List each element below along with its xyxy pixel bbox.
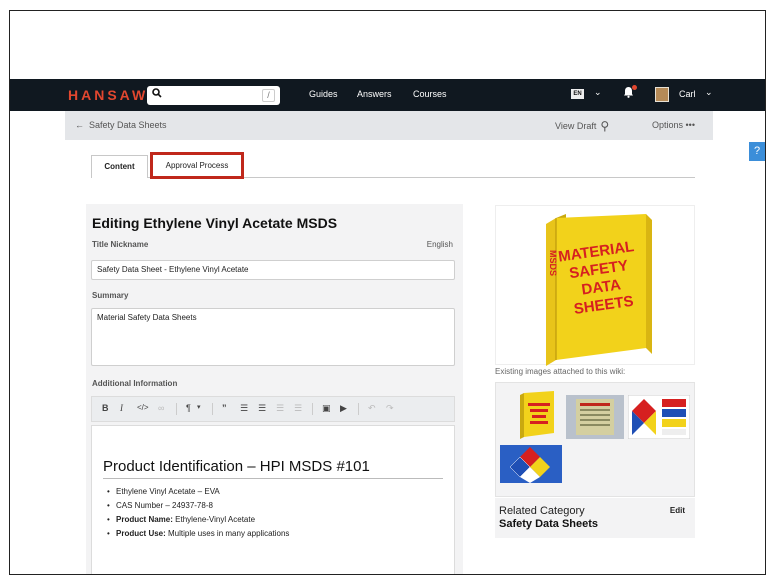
summary-field[interactable]: Material Safety Data Sheets — [91, 308, 455, 366]
italic-icon[interactable]: I — [120, 403, 123, 413]
related-category-value[interactable]: Safety Data Sheets — [499, 518, 598, 530]
related-category-edit-button[interactable]: Edit — [670, 506, 685, 515]
thumbnail-binder-image — [520, 391, 554, 439]
back-link[interactable]: ← Safety Data Sheets — [75, 120, 167, 130]
page-subbar: ← Safety Data Sheets View Draft ⚲ Options… — [65, 111, 713, 140]
editor-body[interactable]: Product Identification – HPI MSDS #101 E… — [91, 425, 455, 574]
thumbnail-sheet-rack[interactable] — [566, 395, 624, 439]
language-label: English — [426, 240, 453, 249]
screenshot-frame: HANSAW / Guides Answers Courses EN ⌄ Car… — [9, 10, 766, 575]
binder-spine-text: MSDS — [548, 250, 558, 276]
paragraph-icon[interactable]: ¶ — [186, 403, 191, 413]
back-label: Safety Data Sheets — [89, 120, 167, 130]
main-wiki-image[interactable]: MSDS MATERIAL SAFETY DATA SHEETS — [495, 205, 695, 366]
existing-images-label: Existing images attached to this wiki: — [495, 367, 626, 376]
search-shortcut-badge: / — [262, 89, 275, 102]
options-button[interactable]: Options ••• — [652, 120, 695, 130]
nav-answers[interactable]: Answers — [357, 89, 392, 99]
image-thumbnails — [495, 382, 695, 497]
toolbar-divider — [312, 403, 313, 415]
arrow-left-icon: ← — [75, 120, 84, 130]
undo-icon[interactable]: ↶ — [368, 403, 376, 414]
search-input[interactable]: / — [147, 86, 280, 105]
view-draft-label: View Draft — [555, 121, 597, 131]
code-icon[interactable]: </> — [137, 403, 149, 412]
list-item: CAS Number – 24937-78-8 — [107, 501, 213, 510]
view-draft-button[interactable]: View Draft ⚲ — [555, 119, 609, 133]
image-icon[interactable]: ▣ — [322, 403, 331, 414]
heading-underline — [103, 478, 443, 479]
help-button[interactable]: ? — [749, 142, 765, 161]
content-heading: Product Identification – HPI MSDS #101 — [103, 458, 370, 475]
search-icon — [152, 88, 162, 101]
logo[interactable]: HANSAW — [68, 87, 148, 103]
thumbnail-hazard-diamond-image — [500, 445, 562, 483]
language-badge[interactable]: EN — [571, 89, 584, 99]
thumbnail-binder[interactable] — [510, 389, 562, 439]
toolbar-divider — [212, 403, 213, 415]
thumbnail-nfpa-chart[interactable] — [627, 394, 691, 440]
list-item: Product Use: Multiple uses in many appli… — [107, 529, 289, 538]
title-nickname-label: Title Nickname — [92, 240, 149, 249]
search-icon: ⚲ — [600, 119, 610, 133]
list-item: Ethylene Vinyl Acetate – EVA — [107, 487, 220, 496]
bullet-list-icon[interactable]: ☰ — [240, 403, 248, 414]
list-item: Product Name: Ethylene-Vinyl Acetate — [107, 515, 255, 524]
related-category-label: Related Category — [499, 505, 585, 517]
nav-courses[interactable]: Courses — [413, 89, 447, 99]
chevron-down-icon[interactable]: ⌄ — [594, 87, 602, 98]
related-category-panel: Related Category Edit Safety Data Sheets — [495, 498, 695, 538]
toolbar-divider — [358, 403, 359, 415]
numbered-list-icon[interactable]: ☰ — [258, 403, 266, 414]
chevron-down-icon[interactable]: ▾ — [197, 403, 201, 411]
top-navbar: HANSAW / Guides Answers Courses EN ⌄ Car… — [10, 79, 765, 111]
additional-info-label: Additional Information — [92, 379, 178, 388]
avatar[interactable] — [655, 87, 669, 102]
indent-icon[interactable]: ☰ — [294, 403, 302, 414]
editor-toolbar: B I </> ∞ ¶ ▾ ” ☰ ☰ ☰ ☰ ▣ ▶ ↶ ↷ — [91, 396, 455, 422]
tab-approval-process[interactable]: Approval Process — [150, 152, 244, 179]
page-title: Editing Ethylene Vinyl Acetate MSDS — [92, 215, 338, 231]
editor-panel: Editing Ethylene Vinyl Acetate MSDS Titl… — [86, 204, 463, 574]
toolbar-divider — [176, 403, 177, 415]
thumbnail-sheet-rack-image — [576, 399, 614, 435]
user-chevron-down-icon[interactable]: ⌄ — [705, 87, 713, 98]
nav-guides[interactable]: Guides — [309, 89, 338, 99]
user-name[interactable]: Carl — [679, 89, 696, 99]
title-nickname-field[interactable]: Safety Data Sheet - Ethylene Vinyl Aceta… — [91, 260, 455, 280]
redo-icon[interactable]: ↷ — [386, 403, 394, 414]
bold-icon[interactable]: B — [102, 403, 109, 413]
notification-dot — [632, 85, 637, 90]
binder-illustration: MSDS MATERIAL SAFETY DATA SHEETS — [546, 214, 652, 366]
summary-label: Summary — [92, 291, 129, 300]
thumbnail-hazard-diamond[interactable] — [500, 445, 562, 483]
thumbnail-nfpa-chart-image — [627, 394, 691, 440]
outdent-icon[interactable]: ☰ — [276, 403, 284, 414]
quote-icon[interactable]: ” — [222, 403, 227, 413]
link-icon[interactable]: ∞ — [158, 403, 164, 413]
video-icon[interactable]: ▶ — [340, 403, 347, 414]
tab-content[interactable]: Content — [91, 155, 148, 178]
